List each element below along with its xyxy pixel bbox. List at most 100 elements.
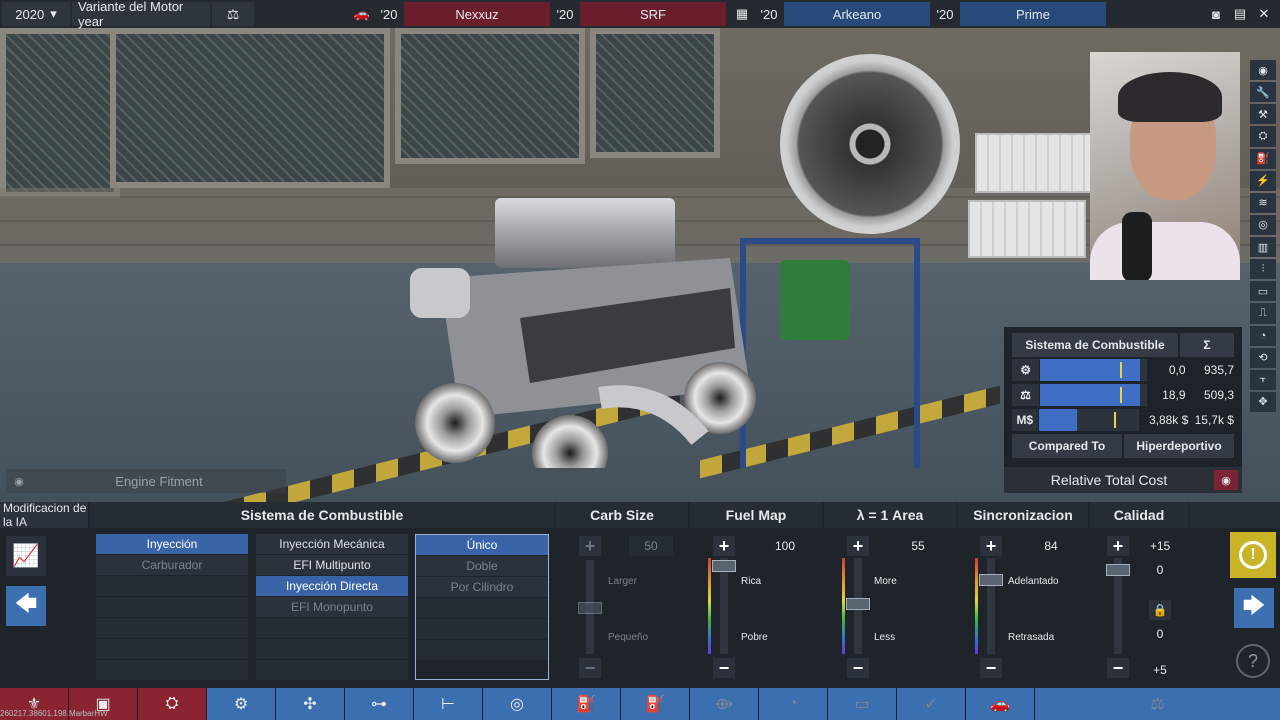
forward-arrow-button[interactable]: 🡆 bbox=[1234, 588, 1274, 628]
wrench-icon[interactable]: 🔧 bbox=[1250, 82, 1276, 103]
option-direct-injection[interactable]: Inyección Directa bbox=[256, 576, 408, 596]
webcam-shirt bbox=[1090, 222, 1240, 280]
empty-slot bbox=[96, 576, 248, 596]
nav-top-end-icon[interactable]: ⚙ bbox=[207, 688, 276, 720]
exhaust-icon[interactable]: ⫶ bbox=[1250, 259, 1276, 280]
nav-fuel-pump-icon[interactable]: ⛽ bbox=[621, 688, 690, 720]
cooling-fan bbox=[780, 54, 960, 234]
nav-turbo-icon[interactable]: ◎ bbox=[483, 688, 552, 720]
stat-total: 935,7 bbox=[1203, 363, 1234, 377]
nav-intake-icon[interactable]: ⊢ bbox=[414, 688, 483, 720]
option-injection[interactable]: Inyección bbox=[96, 534, 248, 554]
slider-thumb[interactable] bbox=[979, 574, 1003, 586]
nav-aspiration-icon[interactable]: ✣ bbox=[276, 688, 345, 720]
option-efi-monopoint[interactable]: EFI Monopunto bbox=[256, 597, 408, 617]
decrease-button[interactable]: − bbox=[1107, 658, 1129, 678]
stat-bar-marker bbox=[1120, 387, 1123, 403]
stat-bar-fill bbox=[1040, 384, 1141, 406]
cam-icon[interactable]: ◔ bbox=[1250, 325, 1276, 346]
increase-button[interactable]: + bbox=[847, 536, 869, 556]
nav-headers-icon[interactable]: ⟴ bbox=[690, 688, 759, 720]
nav-car-icon[interactable]: 🚗 bbox=[966, 688, 1035, 720]
nav-fuel-system-icon[interactable]: ⛽ bbox=[552, 688, 621, 720]
decrease-button: − bbox=[579, 658, 601, 678]
piston-icon[interactable]: ⛭ bbox=[1250, 126, 1276, 147]
tool-icon[interactable]: ⚒ bbox=[1250, 104, 1276, 125]
decrease-button[interactable]: − bbox=[980, 658, 1002, 678]
lock-icon[interactable]: 🔒 bbox=[1149, 600, 1171, 620]
close-icon[interactable]: ✕ bbox=[1252, 2, 1276, 26]
fuel-icon[interactable]: ⛽ bbox=[1250, 148, 1276, 169]
relative-total-cost-bar[interactable]: Relative Total Cost ◉ bbox=[1004, 467, 1242, 493]
decrease-button[interactable]: − bbox=[847, 658, 869, 678]
option-single[interactable]: Único bbox=[416, 535, 548, 555]
slider-thumb[interactable] bbox=[846, 598, 870, 610]
label-top: Adelantado bbox=[1008, 576, 1059, 587]
compare-chip-arkeano[interactable]: Arkeano bbox=[784, 2, 930, 26]
stat-bar bbox=[1040, 384, 1147, 406]
option-double[interactable]: Doble bbox=[416, 556, 548, 576]
option-mechanical-injection[interactable]: Inyección Mecánica bbox=[256, 534, 408, 554]
muffler-icon[interactable]: ▭ bbox=[1250, 281, 1276, 302]
engine-fitment-bar[interactable]: ◉ Engine Fitment bbox=[6, 469, 286, 493]
engine-fitment-label: Engine Fitment bbox=[115, 473, 203, 489]
nav-exhaust-icon[interactable]: ◔ bbox=[759, 688, 828, 720]
filter-icon[interactable]: ▥ bbox=[1250, 237, 1276, 258]
lambda-area-value: 55 bbox=[911, 539, 925, 553]
menu-grid-icon[interactable]: ▤ bbox=[1228, 2, 1252, 26]
compare-chip-nexxuz[interactable]: Nexxuz bbox=[404, 2, 550, 26]
compare-chip-prime[interactable]: Prime bbox=[960, 2, 1106, 26]
stat-bar bbox=[1038, 409, 1140, 431]
v12-engine-model[interactable] bbox=[400, 198, 780, 468]
nav-dyno-icon[interactable]: ⚖ bbox=[1035, 688, 1280, 720]
option-carburetor[interactable]: Carburador bbox=[96, 555, 248, 575]
scale-icon[interactable]: ⚖ bbox=[212, 2, 254, 26]
intake-icon[interactable]: ≋ bbox=[1250, 192, 1276, 213]
nav-test-icon[interactable]: ✓ bbox=[897, 688, 966, 720]
option-efi-multipoint[interactable]: EFI Multipunto bbox=[256, 555, 408, 575]
comparison-class-select[interactable]: Hiperdeportivo bbox=[1124, 434, 1234, 458]
garage-window bbox=[590, 28, 720, 158]
increase-button[interactable]: + bbox=[713, 536, 735, 556]
increase-button[interactable]: + bbox=[980, 536, 1002, 556]
section-title: Sistema de Combustible bbox=[90, 502, 554, 528]
eye-icon[interactable]: ◉ bbox=[1214, 470, 1238, 490]
slider-track[interactable] bbox=[720, 558, 728, 654]
compare-chip-srf[interactable]: SRF bbox=[580, 2, 726, 26]
injection-type-list: Inyección Mecánica EFI Multipunto Inyecc… bbox=[256, 534, 408, 680]
camera-icon[interactable]: ◙ bbox=[1204, 2, 1228, 26]
slider-thumb[interactable] bbox=[1106, 564, 1130, 576]
ai-modification-tab[interactable]: Modificacion de la IA bbox=[0, 501, 88, 529]
variant-title[interactable]: Variante del Motor year bbox=[72, 0, 210, 29]
slider-track[interactable] bbox=[987, 558, 995, 654]
chart-icon[interactable]: 📈 bbox=[6, 536, 46, 576]
slider-thumb[interactable] bbox=[712, 560, 736, 572]
empty-slot bbox=[416, 598, 548, 618]
nav-camshaft-icon[interactable]: ⊶ bbox=[345, 688, 414, 720]
chip-year: '20 bbox=[760, 6, 778, 22]
eye-icon[interactable]: ◉ bbox=[1250, 60, 1276, 81]
streamer-webcam bbox=[1090, 52, 1240, 280]
increase-button[interactable]: + bbox=[1107, 536, 1129, 556]
belt-icon[interactable]: ⟲ bbox=[1250, 347, 1276, 368]
weight-icon: ⚖ bbox=[1012, 384, 1040, 406]
option-per-cylinder[interactable]: Por Cilindro bbox=[416, 577, 548, 597]
eye-icon[interactable]: ◉ bbox=[6, 475, 32, 488]
mount-icon[interactable]: ⫟ bbox=[1250, 369, 1276, 390]
year-select[interactable]: 2020 ▾ bbox=[2, 2, 70, 26]
turbo-icon[interactable]: ◎ bbox=[1250, 214, 1276, 235]
warning-button[interactable]: ! bbox=[1230, 532, 1276, 578]
nav-bottom-end-icon[interactable]: ⛭ bbox=[138, 688, 207, 720]
help-icon[interactable]: ? bbox=[1236, 644, 1270, 678]
back-arrow-button[interactable]: 🡄 bbox=[6, 586, 46, 626]
pipe-icon[interactable]: ⎍ bbox=[1250, 303, 1276, 324]
spark-icon[interactable]: ⚡ bbox=[1250, 170, 1276, 191]
sync-title: Sincronizacion bbox=[958, 502, 1088, 528]
nav-muffler-icon[interactable]: ▭ bbox=[828, 688, 897, 720]
empty-slot bbox=[416, 640, 548, 660]
move-icon[interactable]: ✥ bbox=[1250, 391, 1276, 412]
top-bar: 2020 ▾ Variante del Motor year ⚖ 🚗 '20 Ne… bbox=[0, 0, 1280, 29]
decrease-button[interactable]: − bbox=[713, 658, 735, 678]
quality-bottom-value: +5 bbox=[1153, 663, 1167, 677]
empty-slot bbox=[256, 660, 408, 680]
